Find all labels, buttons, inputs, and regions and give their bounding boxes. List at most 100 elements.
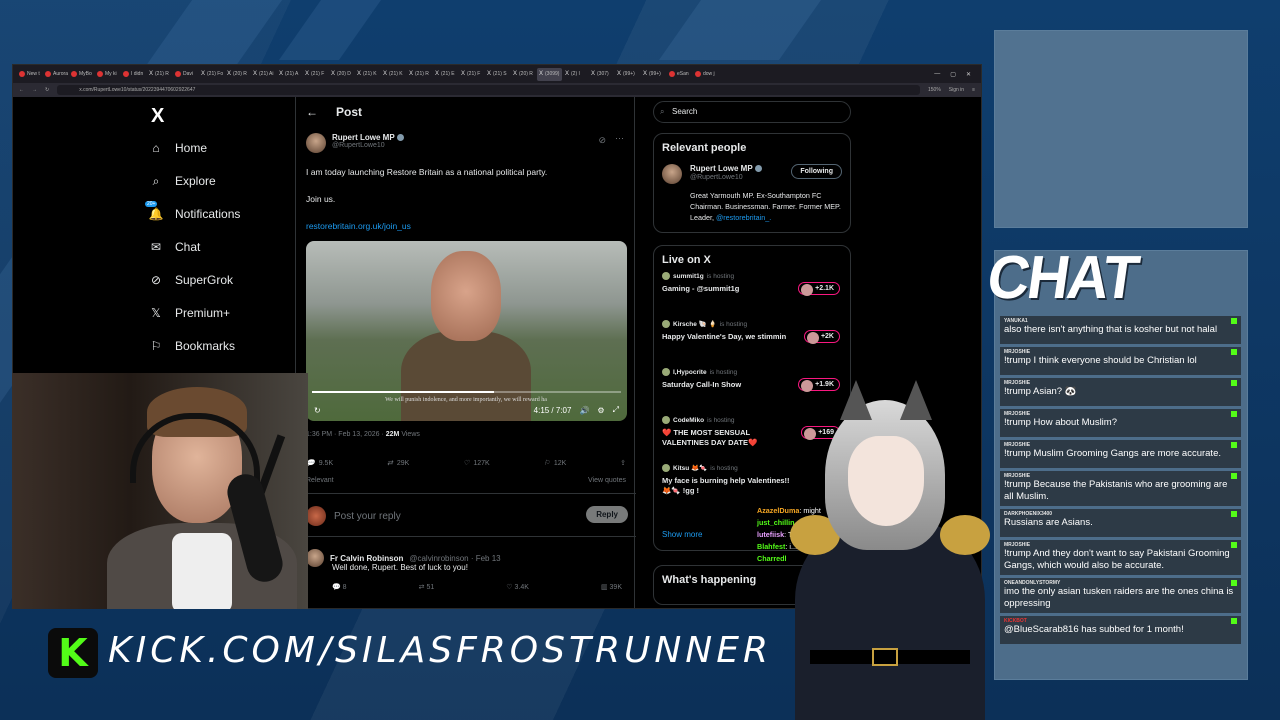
zoom-level[interactable]: 150% [928, 87, 941, 93]
grok-icon: ⊘ [150, 273, 162, 287]
author-name[interactable]: Rupert Lowe MP [332, 133, 395, 142]
browser-tab[interactable]: X (20) R [225, 68, 250, 81]
back-arrow-icon[interactable]: ← [306, 105, 318, 119]
rp-handle[interactable]: @RupertLowe10 [690, 174, 743, 181]
x-icon: X [201, 71, 206, 77]
live-item[interactable]: Kirsche 🐚 🍦 is hosting Happy Valentine's D… [654, 318, 850, 366]
browser-tab[interactable]: X (21) A [277, 68, 302, 81]
settings-icon[interactable]: ⚙ [597, 406, 604, 415]
view-quotes-link[interactable]: View quotes [588, 477, 626, 484]
nav-item-chat[interactable]: ✉ Chat [149, 240, 200, 254]
browser-tab[interactable]: Davi [173, 68, 198, 81]
repost-stat[interactable]: ⇄ 29K [387, 459, 409, 468]
browser-tab[interactable]: eSan [667, 68, 692, 81]
replay-icon[interactable]: ↻ [314, 406, 321, 415]
browser-tab[interactable]: X (99+) [641, 68, 666, 81]
browser-tab[interactable]: dow j [693, 68, 718, 81]
reply-input[interactable]: Post your reply [334, 511, 401, 522]
browser-tab[interactable]: New t [17, 68, 42, 81]
browser-tab[interactable]: X (21) K [355, 68, 380, 81]
browser-tab[interactable]: X (21) K [381, 68, 406, 81]
browser-tab[interactable]: X (2) I [563, 68, 588, 81]
menu-icon[interactable]: ≡ [972, 87, 975, 93]
browser-tab[interactable]: X (99+) [615, 68, 640, 81]
post-link[interactable]: restorebritain.org.uk/join_us [306, 221, 411, 231]
browser-tab[interactable]: X (20) D [329, 68, 354, 81]
video-player[interactable]: We will punish indolence, and more impor… [306, 241, 627, 421]
reply-reposts[interactable]: ⇄ 51 [419, 583, 435, 591]
share-icon[interactable]: ⇪ [620, 459, 626, 467]
live-listener-pill[interactable]: +2K [803, 330, 840, 344]
reply-button[interactable]: Reply [586, 506, 628, 523]
forward-icon[interactable]: → [32, 87, 37, 93]
post-timestamp[interactable]: 1:36 PM · Feb 13, 2026 · [306, 431, 386, 438]
browser-tab[interactable]: Aurora [43, 68, 68, 81]
live-listener-pill[interactable]: +2.1K [798, 282, 840, 296]
x-logo[interactable]: X [151, 105, 164, 128]
live-host-name[interactable]: Kitsu 🦊🍬 [673, 464, 707, 472]
browser-tab[interactable]: X (21) Fo [199, 68, 224, 81]
reply-stat[interactable]: 💬 9.5K [306, 459, 333, 468]
close-icon[interactable]: ✕ [966, 71, 971, 78]
grok-icon[interactable]: ⊘ [598, 135, 606, 146]
avatar[interactable] [306, 549, 324, 567]
tab-label: (20) D [337, 71, 351, 77]
following-button[interactable]: Following [791, 164, 842, 179]
nav-item-supergrok[interactable]: ⊘ SuperGrok [149, 273, 233, 287]
bookmark-stat[interactable]: ⚐ 12K [544, 459, 567, 468]
browser-tab[interactable]: My ki [95, 68, 120, 81]
browser-tab[interactable]: X (21) R [407, 68, 432, 81]
reply-replies[interactable]: 💬 8 [332, 583, 347, 591]
browser-tab[interactable]: X (3099) [537, 67, 562, 81]
browser-tab[interactable]: X (307) [589, 68, 614, 81]
avatar[interactable] [306, 133, 326, 153]
nav-item-explore[interactable]: ⌕ Explore [149, 174, 216, 189]
search-input[interactable]: ⌕ Search [653, 101, 851, 123]
like-stat[interactable]: ♡ 127K [463, 459, 490, 468]
reply-views[interactable]: ▥ 39K [601, 583, 622, 591]
post-stats: 💬 9.5K ⇄ 29K ♡ 127K ⚐ 12K ⇪ [306, 459, 626, 468]
more-icon[interactable]: ⋯ [615, 133, 624, 144]
tab-label: (3099) [545, 71, 560, 77]
live-host-name[interactable]: summit1g [673, 273, 704, 280]
live-host-name[interactable]: CodeMiko [673, 417, 704, 424]
browser-tab[interactable]: MyBo [69, 68, 94, 81]
volume-icon[interactable]: 🔊 [579, 406, 589, 415]
post-author[interactable]: Rupert Lowe MP @RupertLowe10 [306, 133, 404, 153]
address-field[interactable]: x.com/RupertLowe10/status/20223944706029… [57, 85, 920, 95]
browser-tab[interactable]: X (21) F [459, 68, 484, 81]
reply-tweet[interactable]: Fr Calvin Robinson @calvinrobinson · Feb… [306, 549, 626, 591]
video-progress-bar[interactable] [312, 391, 621, 393]
live-host-name[interactable]: Kirsche 🐚 🍦 [673, 320, 717, 328]
reply-author-handle[interactable]: @calvinrobinson · Feb 13 [409, 554, 500, 563]
maximize-icon[interactable]: ▢ [950, 71, 956, 78]
live-host-name[interactable]: I,Hypocrite [673, 369, 707, 376]
reply-author-name[interactable]: Fr Calvin Robinson [330, 554, 403, 563]
author-handle[interactable]: @RupertLowe10 [332, 142, 404, 149]
browser-tab[interactable]: I didn [121, 68, 146, 81]
back-icon[interactable]: ← [19, 87, 24, 93]
browser-tab[interactable]: X (21) F [303, 68, 328, 81]
reload-icon[interactable]: ↻ [45, 87, 49, 93]
reply-composer: Post your reply Reply [296, 493, 636, 537]
nav-item-notifications[interactable]: 🔔 20+ Notifications [145, 201, 240, 221]
rp-name[interactable]: Rupert Lowe MP [690, 164, 753, 173]
browser-tab[interactable]: X (21) Ai [251, 68, 276, 81]
rp-bio-link[interactable]: @restorebritain_. [716, 213, 771, 222]
minimize-icon[interactable]: — [934, 71, 940, 78]
browser-tab[interactable]: X (21) E [433, 68, 458, 81]
sort-relevant[interactable]: Relevant [306, 477, 334, 484]
signin-button[interactable]: Sign in [949, 87, 964, 93]
avatar[interactable] [662, 164, 682, 184]
browser-tab[interactable]: X (21) S [485, 68, 510, 81]
nav-item-bookmarks[interactable]: ⚐ Bookmarks [149, 339, 235, 353]
relevant-person[interactable]: Rupert Lowe MP @RupertLowe10 Following G… [654, 158, 850, 258]
fullscreen-icon[interactable]: ⤢ [613, 405, 619, 415]
reply-likes[interactable]: ♡ 3.4K [506, 583, 529, 591]
live-item[interactable]: summit1g is hosting Gaming - @summit1g +2.1… [654, 270, 850, 318]
browser-tab[interactable]: X (20) R [511, 68, 536, 81]
nav-item-premium-[interactable]: 𝕏 Premium+ [149, 306, 230, 320]
show-more-link[interactable]: Show more [662, 530, 702, 539]
nav-item-home[interactable]: ⌂ Home [149, 141, 207, 155]
browser-tab[interactable]: X (21) R [147, 68, 172, 81]
